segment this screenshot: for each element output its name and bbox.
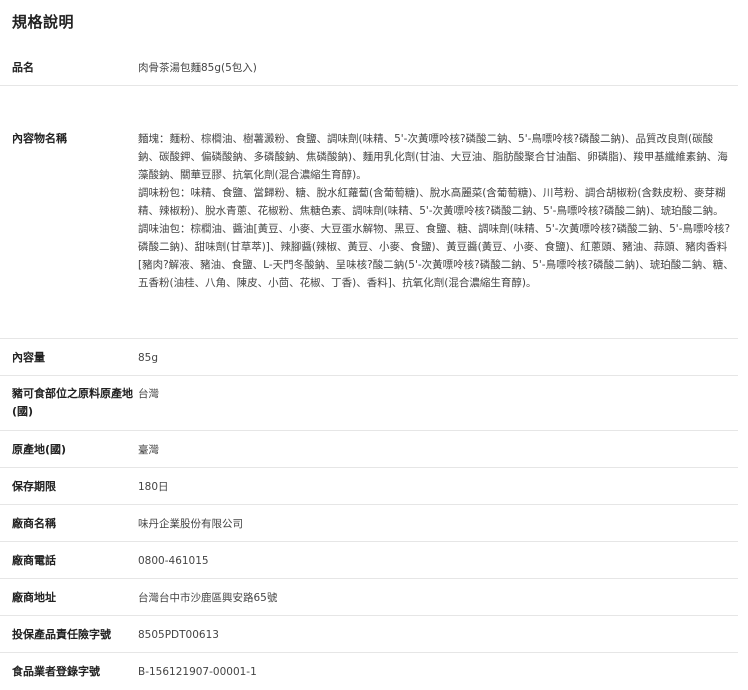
spec-label: 內容物名稱	[12, 132, 67, 145]
spec-value: 85g	[138, 352, 159, 364]
spec-row-ingredients: 內容物名稱 麵塊：麵粉、棕櫚油、樹薯澱粉、食鹽、調味劑(味精、5'-次黃嘌呤核?…	[0, 86, 738, 339]
spec-row-phone: 廠商電話 0800-461015	[0, 542, 738, 579]
spec-label: 廠商地址	[12, 591, 56, 604]
spec-label: 廠商電話	[12, 554, 56, 567]
spec-label: 食品業者登錄字號	[12, 665, 100, 678]
spec-table: 品名 肉骨茶湯包麵85g(5包入) 內容物名稱 麵塊：麵粉、棕櫚油、樹薯澱粉、食…	[0, 49, 738, 690]
spec-label: 保存期限	[12, 480, 56, 493]
ingredients-noodle-paragraph: 麵塊：麵粉、棕櫚油、樹薯澱粉、食鹽、調味劑(味精、5'-次黃嘌呤核?磷酸二鈉、5…	[138, 133, 728, 181]
spec-label: 品名	[12, 61, 34, 74]
spec-label: 豬可食部位之原料原產地(國)	[12, 387, 133, 418]
section-title: 規格說明	[12, 13, 75, 31]
spec-row-manufacturer: 廠商名稱 味丹企業股份有限公司	[0, 505, 738, 542]
spec-row-shelf-life: 保存期限 180日	[0, 468, 738, 505]
spec-value: B-156121907-00001-1	[138, 666, 257, 678]
spec-row-pork-origin: 豬可食部位之原料原產地(國) 台灣	[0, 376, 738, 431]
spec-row-product-name: 品名 肉骨茶湯包麵85g(5包入)	[0, 49, 738, 86]
spec-label: 廠商名稱	[12, 517, 56, 530]
spec-label: 內容量	[12, 351, 45, 364]
spec-row-registration-number: 食品業者登錄字號 B-156121907-00001-1	[0, 653, 738, 690]
spec-row-net-content: 內容量 85g	[0, 339, 738, 376]
spec-row-address: 廠商地址 台灣台中市沙鹿區興安路65號	[0, 579, 738, 616]
spec-label: 投保產品責任險字號	[12, 628, 111, 641]
spec-value: 味丹企業股份有限公司	[138, 518, 243, 530]
spec-value: 台灣台中市沙鹿區興安路65號	[138, 592, 278, 604]
spec-value: 180日	[138, 481, 169, 493]
spec-value: 8505PDT00613	[138, 629, 219, 641]
spec-value: 麵塊：麵粉、棕櫚油、樹薯澱粉、食鹽、調味劑(味精、5'-次黃嘌呤核?磷酸二鈉、5…	[138, 130, 738, 338]
spec-row-insurance-number: 投保產品責任險字號 8505PDT00613	[0, 616, 738, 653]
spec-value: 0800-461015	[138, 555, 209, 567]
ingredients-seasoning-powder-paragraph: 調味粉包：味精、食鹽、當歸粉、糖、脫水紅蘿蔔(含葡萄糖)、脫水高麗菜(含葡萄糖)…	[138, 187, 726, 217]
spec-value: 台灣	[138, 388, 159, 400]
spec-label: 原產地(國)	[12, 443, 67, 456]
spec-page: 規格說明 品名 肉骨茶湯包麵85g(5包入) 內容物名稱 麵塊：麵粉、棕櫚油、樹…	[0, 0, 748, 678]
spec-row-origin: 原產地(國) 臺灣	[0, 431, 738, 468]
ingredients-seasoning-oil-paragraph: 調味油包：棕櫚油、醬油[黃豆、小麥、大豆蛋水解物、黑豆、食鹽、糖、調味劑(味精、…	[138, 223, 734, 289]
spec-value: 肉骨茶湯包麵85g(5包入)	[138, 62, 257, 74]
spec-value: 臺灣	[138, 444, 159, 456]
